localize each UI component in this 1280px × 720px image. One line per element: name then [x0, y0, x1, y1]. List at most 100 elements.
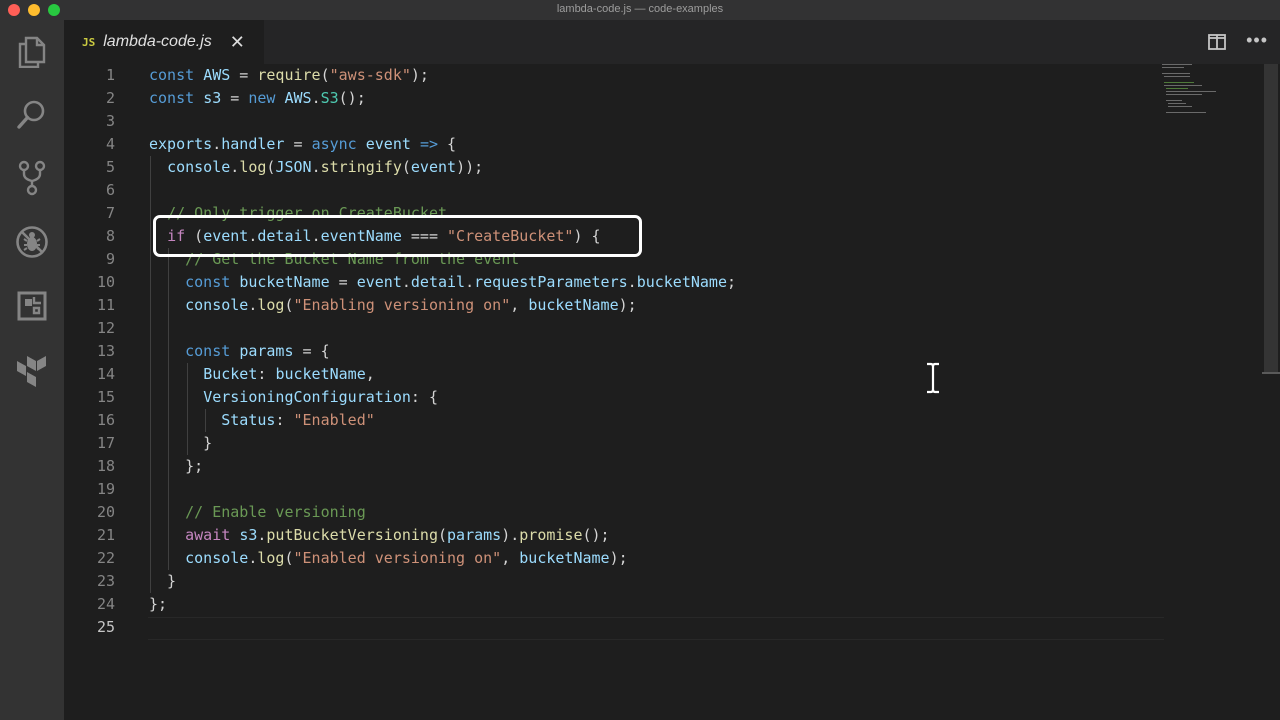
mouse-ibeam-cursor: [925, 362, 941, 394]
line-number: 15: [96, 388, 115, 406]
split-editor-icon[interactable]: [1208, 34, 1226, 50]
code-token: = {: [293, 342, 330, 360]
code-line[interactable]: 5 console.log(JSON.stringify(event));: [64, 156, 1164, 179]
code-token: =: [329, 273, 357, 291]
line-number: 13: [96, 342, 115, 360]
code-text: }: [149, 432, 212, 455]
title-bar: lambda-code.js — code-examples: [0, 0, 1280, 20]
code-text: const bucketName = event.detail.requestP…: [149, 271, 736, 294]
javascript-file-icon: JS: [82, 35, 96, 49]
code-token: console: [185, 296, 249, 314]
code-token: const: [185, 273, 231, 291]
code-line[interactable]: 19: [64, 478, 1164, 501]
code-line[interactable]: 1 const AWS = require("aws-sdk");: [64, 64, 1164, 87]
code-token: =: [284, 135, 312, 153]
code-line[interactable]: 15 VersioningConfiguration: {: [64, 386, 1164, 409]
tab-filename: lambda-code.js: [103, 33, 212, 50]
code-text: exports.handler = async event => {: [149, 133, 456, 156]
code-line[interactable]: 2 const s3 = new AWS.S3();: [64, 87, 1164, 110]
search-icon[interactable]: [14, 97, 50, 133]
code-token: putBucketVersioning: [266, 526, 438, 544]
code-token: (: [401, 158, 411, 176]
code-token: async: [311, 135, 357, 153]
code-token: bucketName: [636, 273, 727, 291]
source-control-icon[interactable]: [14, 160, 50, 196]
code-token: requestParameters: [474, 273, 628, 291]
code-token: (: [284, 549, 294, 567]
minimap[interactable]: [1162, 64, 1222, 114]
code-token: ();: [582, 526, 610, 544]
code-text: const AWS = require("aws-sdk");: [149, 64, 429, 87]
terraform-icon[interactable]: [14, 352, 50, 388]
code-text: }: [149, 570, 176, 593]
extensions-icon[interactable]: [14, 288, 50, 324]
vertical-scrollbar[interactable]: [1264, 64, 1280, 720]
code-token: (: [438, 526, 448, 544]
code-token: :: [257, 365, 276, 383]
code-line[interactable]: 23 }: [64, 570, 1164, 593]
code-line[interactable]: 10 const bucketName = event.detail.reque…: [64, 271, 1164, 294]
line-number: 20: [96, 503, 115, 521]
code-token: await: [185, 526, 231, 544]
more-actions-icon[interactable]: •••: [1246, 30, 1268, 51]
code-token: const: [185, 342, 231, 360]
highlight-annotation-box: [153, 215, 642, 257]
code-text: // Enable versioning: [149, 501, 366, 524]
code-line[interactable]: 25: [64, 616, 1164, 639]
code-line[interactable]: 21 await s3.putBucketVersioning(params).…: [64, 524, 1164, 547]
code-token: log: [257, 296, 285, 314]
code-line[interactable]: 11 console.log("Enabling versioning on",…: [64, 294, 1164, 317]
line-number: 10: [96, 273, 115, 291]
tab-lambda-code[interactable]: JS lambda-code.js ✕: [64, 20, 264, 64]
code-line[interactable]: 13 const params = {: [64, 340, 1164, 363]
code-line[interactable]: 20 // Enable versioning: [64, 501, 1164, 524]
code-token: s3: [239, 526, 258, 544]
code-line[interactable]: 4 exports.handler = async event => {: [64, 133, 1164, 156]
code-line[interactable]: 18 };: [64, 455, 1164, 478]
line-number: 5: [105, 158, 115, 176]
tab-close-button[interactable]: ✕: [230, 32, 245, 53]
code-token: =: [230, 66, 258, 84]
code-line[interactable]: 6: [64, 179, 1164, 202]
line-number: 22: [96, 549, 115, 567]
code-line[interactable]: 16 Status: "Enabled": [64, 409, 1164, 432]
code-line[interactable]: 24};: [64, 593, 1164, 616]
code-line[interactable]: 17 }: [64, 432, 1164, 455]
line-number: 11: [96, 296, 115, 314]
code-token: params: [239, 342, 294, 360]
code-token: :: [275, 411, 294, 429]
code-token: // Enable versioning: [185, 503, 366, 521]
code-text: console.log("Enabling versioning on", bu…: [149, 294, 637, 317]
code-token: ();: [338, 89, 366, 107]
debug-icon[interactable]: [14, 224, 50, 260]
code-token: promise: [519, 526, 583, 544]
code-token: s3: [203, 89, 222, 107]
code-token: .: [230, 158, 240, 176]
code-text: Status: "Enabled": [149, 409, 375, 432]
code-token: );: [410, 66, 429, 84]
code-token: require: [257, 66, 321, 84]
explorer-icon[interactable]: [14, 34, 50, 70]
code-token: .: [311, 89, 321, 107]
code-line[interactable]: 12: [64, 317, 1164, 340]
code-token: "aws-sdk": [329, 66, 411, 84]
line-number: 25: [96, 618, 115, 636]
code-line[interactable]: 3: [64, 110, 1164, 133]
code-line[interactable]: 22 console.log("Enabled versioning on", …: [64, 547, 1164, 570]
code-token: exports: [149, 135, 213, 153]
code-token: "Enabling versioning on": [293, 296, 511, 314]
scrollbar-thumb[interactable]: [1264, 64, 1278, 374]
code-editor[interactable]: 1 const AWS = require("aws-sdk"); 2 const s…: [64, 64, 1280, 720]
code-token: {: [438, 135, 457, 153]
code-line[interactable]: 14 Bucket: bucketName,: [64, 363, 1164, 386]
activity-bar: [0, 20, 64, 720]
code-token: Status: [221, 411, 276, 429]
line-number: 19: [96, 480, 115, 498]
code-token: stringify: [320, 158, 402, 176]
